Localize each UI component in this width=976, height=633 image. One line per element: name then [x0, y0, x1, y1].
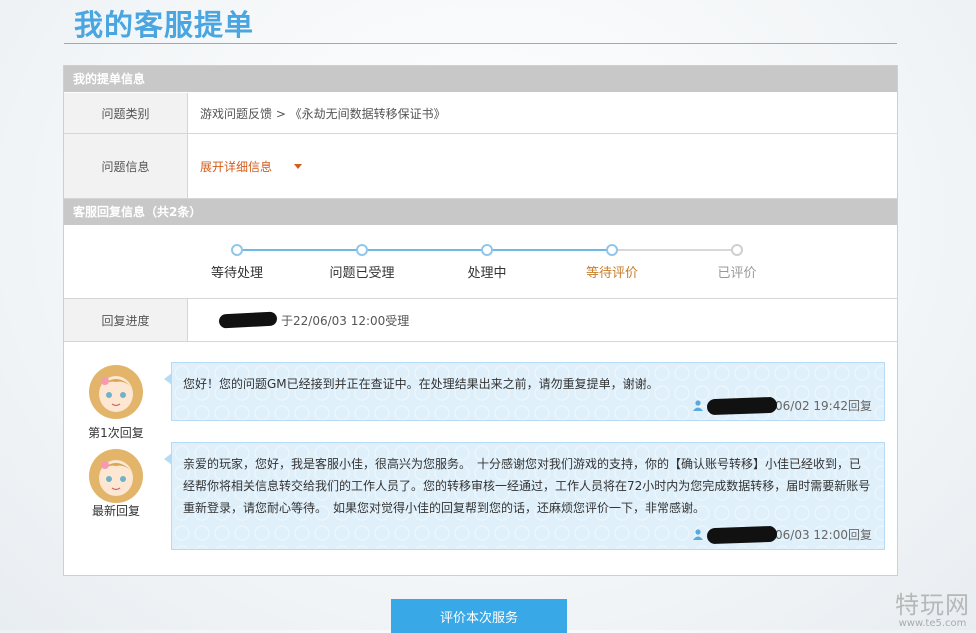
step-label-waiting: 等待处理 — [210, 266, 264, 281]
step-label-await-rating: 等待评价 — [585, 266, 639, 281]
user-icon — [692, 400, 703, 411]
category-label: 问题类别 — [64, 93, 188, 133]
reply-info-header-text: 客服回复信息（共2条） — [73, 205, 202, 219]
ticket-info-header: 我的提单信息 — [64, 66, 897, 92]
redacted-mark — [706, 525, 778, 544]
expand-details-text: 展开详细信息 — [200, 159, 273, 174]
step-dot-4 — [606, 244, 618, 256]
redacted-mark — [218, 311, 278, 329]
support-avatar — [89, 365, 143, 419]
page-title: 我的客服提单 — [74, 8, 255, 42]
reply-text: 亲爱的玩家，您好，我是客服小佳，很高兴为您服务。 十分感谢您对我们游戏的支持，你… — [183, 457, 871, 515]
reply-item: 第1次回复 您好！您的问题GM已经接到并正在查证中。在处理结果出来之前，请勿重复… — [64, 356, 897, 440]
reply-bubble: 亲爱的玩家，您好，我是客服小佳，很高兴为您服务。 十分感谢您对我们游戏的支持，你… — [164, 442, 885, 550]
title-divider — [64, 43, 897, 44]
watermark-url: www.te5.com — [898, 618, 967, 629]
ticket-info-header-text: 我的提单信息 — [73, 72, 146, 86]
step-dot-1 — [231, 244, 243, 256]
progress-label: 回复进度 — [64, 299, 188, 341]
reply-meta: /06/03 12:00回复 — [692, 525, 872, 544]
progress-row: 回复进度 于22/06/03 12:00受理 — [64, 298, 897, 342]
watermark-name: 特玩网 — [895, 591, 970, 619]
category-row: 问题类别 游戏问题反馈 > 《永劫无间数据转移保证书》 — [64, 93, 897, 134]
stepper-track — [231, 244, 743, 256]
user-icon — [692, 529, 703, 540]
step-dot-5 — [731, 244, 743, 256]
reply-bubble: 您好！您的问题GM已经接到并正在查证中。在处理结果出来之前，请勿重复提单，谢谢。… — [164, 362, 885, 421]
step-label-processing: 处理中 — [467, 266, 507, 281]
step-label-accepted: 问题已受理 — [329, 266, 395, 281]
step-dot-3 — [481, 244, 493, 256]
reply-label: 最新回复 — [91, 504, 140, 518]
step-label-rated: 已评价 — [717, 266, 757, 281]
category-value: 游戏问题反馈 > 《永劫无间数据转移保证书》 — [200, 106, 446, 121]
step-dot-2 — [356, 244, 368, 256]
info-row: 问题信息 展开详细信息 — [64, 134, 897, 199]
progress-value: 于22/06/03 12:00受理 — [281, 313, 410, 328]
info-label: 问题信息 — [64, 134, 188, 198]
support-avatar — [89, 449, 143, 503]
reply-text: 您好！您的问题GM已经接到并正在查证中。在处理结果出来之前，请勿重复提单，谢谢。 — [183, 377, 659, 391]
site-watermark: 特玩网 www.te5.com — [895, 585, 970, 629]
status-stepper: 等待处理 问题已受理 处理中 等待评价 已评价 — [202, 237, 758, 289]
reply-time: /06/02 19:42回复 — [770, 399, 872, 413]
reply-time: /06/03 12:00回复 — [770, 528, 872, 542]
reply-meta: /06/02 19:42回复 — [692, 396, 872, 415]
reply-item: 最新回复 亲爱的玩家，您好，我是客服小佳，很高兴为您服务。 十分感谢您对我们游戏… — [64, 438, 897, 558]
rate-service-button[interactable]: 评价本次服务 — [391, 599, 567, 633]
reply-info-header: 客服回复信息（共2条） — [64, 199, 897, 225]
caret-down-icon — [294, 163, 303, 169]
redacted-mark — [706, 396, 778, 415]
expand-details-link[interactable]: 展开详细信息 — [200, 134, 303, 198]
ticket-panel: 我的提单信息 问题类别 游戏问题反馈 > 《永劫无间数据转移保证书》 问题信息 … — [63, 65, 898, 576]
